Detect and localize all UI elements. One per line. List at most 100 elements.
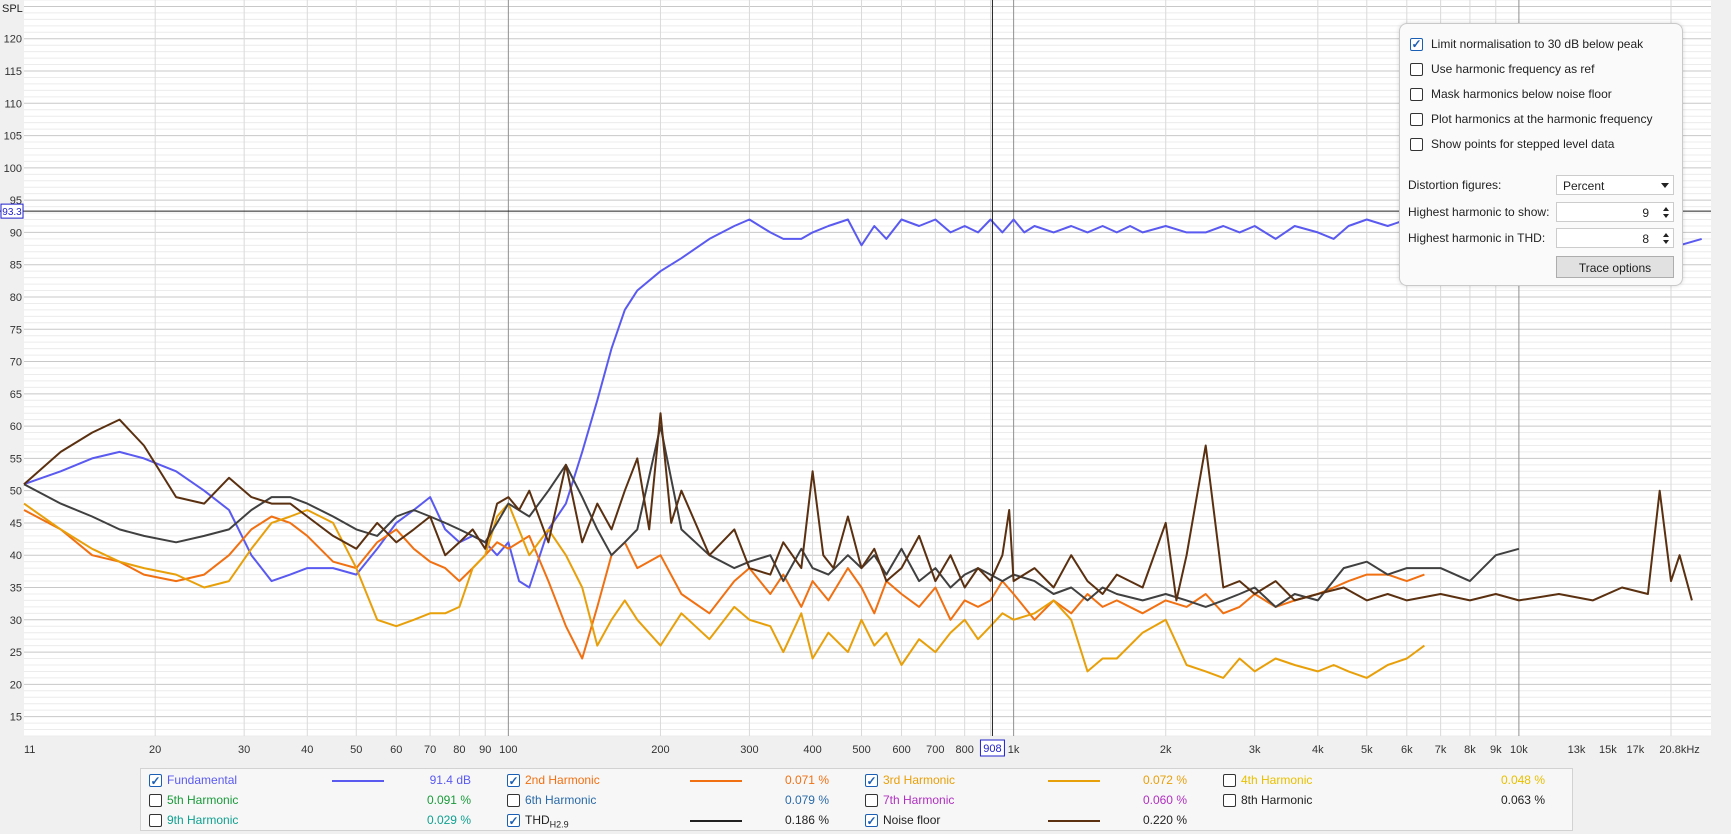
plot-harmonics-option[interactable]: Plot harmonics at the harmonic frequency: [1410, 110, 1652, 128]
legend-name: 9th Harmonic: [167, 813, 239, 827]
y-tick-label: 35: [10, 583, 22, 595]
y-tick-label: 55: [10, 453, 22, 465]
cursor-y-label: 93.3: [2, 207, 22, 218]
x-tick-label: 600: [892, 744, 910, 756]
y-tick-label: 115: [4, 66, 22, 78]
x-tick-label: 9k: [1490, 744, 1502, 756]
x-tick-label: 1k: [1008, 744, 1020, 756]
y-tick-label: 75: [10, 324, 22, 336]
legend-item[interactable]: 3rd Harmonic 0.072 %: [857, 770, 1207, 790]
legend-name: Noise floor: [883, 813, 941, 827]
harmonic-ref-option[interactable]: Use harmonic frequency as ref: [1410, 60, 1594, 78]
checkbox-icon[interactable]: [507, 774, 520, 787]
mask-harmonics-option[interactable]: Mask harmonics below noise floor: [1410, 85, 1612, 103]
x-tick-label: 8k: [1464, 744, 1476, 756]
checkbox-icon[interactable]: [507, 794, 520, 807]
y-tick-label: 60: [10, 421, 22, 433]
checkbox-icon[interactable]: [1410, 137, 1423, 151]
x-tick-label: 200: [651, 744, 669, 756]
legend-item[interactable]: 6th Harmonic 0.079 %: [499, 790, 849, 810]
legend-name: 5th Harmonic: [167, 793, 239, 807]
legend-value: 0.071 %: [784, 773, 829, 787]
legend-swatch: [690, 820, 742, 822]
legend-item[interactable]: 9th Harmonic 0.029 %: [141, 810, 491, 830]
checkbox-icon[interactable]: [149, 774, 162, 787]
x-tick-label: 90: [479, 744, 491, 756]
legend-item[interactable]: Noise floor 0.220 %: [857, 810, 1207, 830]
legend-name: 2nd Harmonic: [525, 773, 600, 787]
y-tick-label: 85: [10, 260, 22, 272]
checkbox-icon[interactable]: [507, 814, 520, 827]
y-tick-label: 80: [10, 292, 22, 304]
spin-down-icon[interactable]: [1663, 214, 1669, 218]
legend-item[interactable]: 2nd Harmonic 0.071 %: [499, 770, 849, 790]
checkbox-icon[interactable]: [1410, 37, 1423, 51]
legend-swatch: [1048, 780, 1100, 782]
x-tick-label: 40: [301, 744, 313, 756]
checkbox-icon[interactable]: [1410, 87, 1423, 101]
highest-harmonic-thd-spinner[interactable]: 8: [1556, 228, 1674, 248]
highest-harmonic-show-spinner[interactable]: 9: [1556, 202, 1674, 222]
distortion-figures-select[interactable]: Percent: [1556, 175, 1674, 195]
legend-value: 0.029 %: [426, 813, 471, 827]
legend-item[interactable]: 7th Harmonic 0.060 %: [857, 790, 1207, 810]
checkbox-icon[interactable]: [1223, 774, 1236, 787]
legend-swatch: [1048, 820, 1100, 822]
show-points-option[interactable]: Show points for stepped level data: [1410, 135, 1614, 153]
x-tick-label: 20.8kHz: [1659, 744, 1699, 756]
trace-options-button[interactable]: Trace options: [1556, 256, 1674, 278]
x-tick-label: 11: [24, 744, 35, 756]
legend-name: Fundamental: [167, 773, 238, 787]
x-tick-label: 13k: [1568, 744, 1586, 756]
checkbox-icon[interactable]: [149, 794, 162, 807]
chevron-down-icon: [1661, 183, 1669, 188]
spin-down-icon[interactable]: [1663, 240, 1669, 244]
legend-item[interactable]: 4th Harmonic 0.048 %: [1215, 770, 1565, 790]
spin-up-icon[interactable]: [1663, 233, 1669, 237]
legend-value: 0.091 %: [426, 793, 471, 807]
checkbox-icon[interactable]: [865, 794, 878, 807]
y-tick-label: 105: [4, 131, 22, 143]
checkbox-icon[interactable]: [1223, 794, 1236, 807]
y-tick-label: 45: [10, 518, 22, 530]
checkbox-icon[interactable]: [149, 814, 162, 827]
checkbox-icon[interactable]: [1410, 112, 1423, 126]
x-tick-label: 60: [390, 744, 402, 756]
legend-name: 6th Harmonic: [525, 793, 597, 807]
x-tick-label: 7k: [1435, 744, 1447, 756]
highest-harmonic-thd-label: Highest harmonic in THD:: [1408, 231, 1546, 245]
y-tick-label: 120: [4, 34, 22, 46]
x-tick-label: 700: [926, 744, 944, 756]
legend-name: 3rd Harmonic: [883, 773, 956, 787]
checkbox-icon[interactable]: [865, 814, 878, 827]
x-tick-label: 30: [238, 744, 250, 756]
legend-name: 7th Harmonic: [883, 793, 955, 807]
legend-value: 0.063 %: [1500, 793, 1545, 807]
checkbox-icon[interactable]: [865, 774, 878, 787]
legend-item[interactable]: THDH2.9 0.186 %: [499, 810, 849, 830]
legend-value: 0.079 %: [784, 793, 829, 807]
cursor-x-label: 908: [983, 743, 1001, 755]
legend-value: 0.060 %: [1142, 793, 1187, 807]
y-tick-label: 65: [10, 389, 22, 401]
y-tick-label: 70: [10, 357, 22, 369]
spin-up-icon[interactable]: [1663, 207, 1669, 211]
distortion-figures-label: Distortion figures:: [1408, 178, 1502, 192]
x-tick-label: 70: [424, 744, 436, 756]
legend-value: 0.186 %: [784, 813, 829, 827]
legend-item[interactable]: Fundamental 91.4 dB: [141, 770, 491, 790]
y-tick-label: 15: [10, 712, 22, 724]
y-tick-labels: 1520253035404550556065707580859095100105…: [4, 34, 22, 724]
x-tick-label: 500: [852, 744, 870, 756]
x-tick-label: 2k: [1160, 744, 1172, 756]
legend-item[interactable]: 5th Harmonic 0.091 %: [141, 790, 491, 810]
legend-name: THDH2.9: [525, 813, 569, 830]
y-tick-label: 50: [10, 486, 22, 498]
legend-value: 0.220 %: [1142, 813, 1187, 827]
checkbox-icon[interactable]: [1410, 62, 1423, 76]
legend-name: 4th Harmonic: [1241, 773, 1313, 787]
legend-item[interactable]: 8th Harmonic 0.063 %: [1215, 790, 1565, 810]
y-tick-label: 90: [10, 227, 22, 239]
legend-value: 0.072 %: [1142, 773, 1187, 787]
limit-normalisation-option[interactable]: Limit normalisation to 30 dB below peak: [1410, 35, 1643, 53]
